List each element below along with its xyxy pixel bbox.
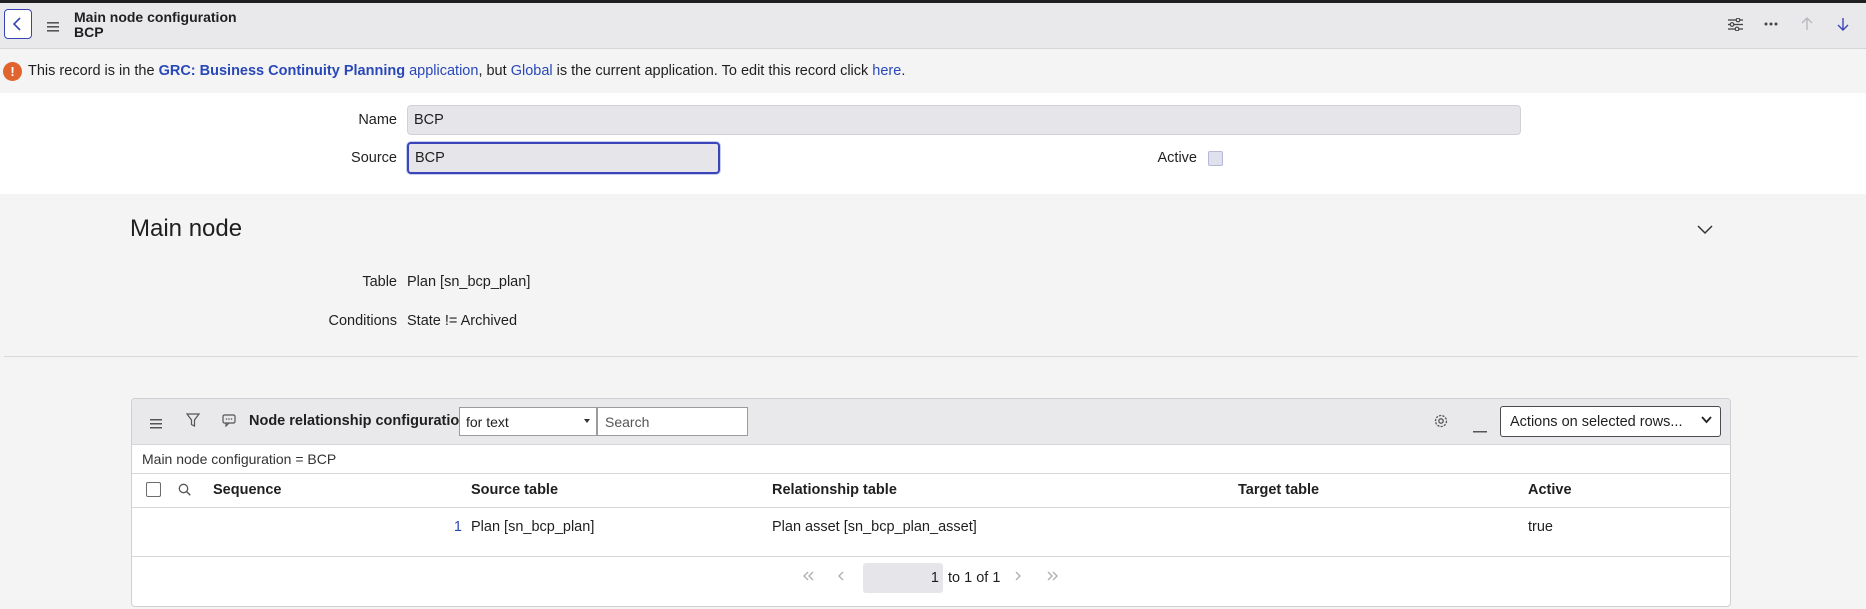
page-subtitle-text: BCP — [74, 24, 104, 40]
related-list-toolbar: Node relationship configurations for tex… — [132, 399, 1730, 445]
show-activity-button[interactable] — [222, 414, 236, 432]
name-label: Name — [358, 112, 397, 128]
application-scope-notice: ! This record is in the GRC: Business Co… — [0, 49, 1866, 93]
page-title-text: Main node configuration — [74, 9, 237, 25]
notice-text-1: This record is in the — [28, 63, 159, 79]
more-options-button[interactable] — [1762, 15, 1780, 33]
cell-source-table: Plan [sn_bcp_plan] — [471, 519, 595, 535]
column-header-target-table[interactable]: Target table — [1238, 482, 1319, 498]
previous-record-button[interactable] — [1798, 15, 1816, 33]
active-checkbox[interactable] — [1208, 151, 1223, 166]
column-header-sequence[interactable]: Sequence — [213, 482, 282, 498]
name-field[interactable]: BCP — [407, 105, 1521, 135]
comment-icon — [222, 414, 236, 428]
caret-down-icon — [584, 419, 590, 423]
notice-text-3: , but — [478, 63, 511, 79]
chevron-right-icon — [1015, 571, 1021, 581]
page-title: Main node configuration BCP — [74, 10, 237, 40]
list-breadcrumb[interactable]: Main node configuration = BCP — [142, 451, 336, 467]
table-value: Plan [sn_bcp_plan] — [407, 274, 531, 290]
cell-relationship-table: Plan asset [sn_bcp_plan_asset] — [772, 519, 977, 535]
collapse-section-button[interactable] — [1697, 222, 1713, 240]
more-icon — [1764, 22, 1778, 26]
double-chevron-left-icon — [803, 571, 814, 581]
table-row: 1 Plan [sn_bcp_plan] Plan asset [sn_bcp_… — [132, 506, 1730, 557]
list-pagination: 1 to 1 of 1 — [132, 556, 1730, 606]
column-header-active[interactable]: Active — [1528, 482, 1572, 498]
collapse-list-button[interactable] — [1473, 420, 1487, 438]
here-link[interactable]: here — [872, 63, 901, 79]
list-header-row: Sequence Source table Relationship table… — [132, 473, 1730, 508]
notice-text-5: . — [901, 63, 906, 79]
previous-page-button[interactable] — [837, 571, 845, 584]
actions-on-selected-rows-select[interactable]: Actions on selected rows... — [1500, 406, 1721, 437]
app-name-link[interactable]: GRC: Business Continuity Planning — [159, 63, 406, 79]
arrow-up-icon — [1801, 17, 1813, 30]
form-header: Main node configuration BCP — [0, 3, 1866, 49]
actions-select-value: Actions on selected rows... — [1510, 413, 1683, 430]
list-menu-button[interactable] — [150, 416, 162, 434]
settings-sliders-icon — [1727, 17, 1743, 31]
chevron-down-icon — [1701, 416, 1712, 424]
search-field-select[interactable]: for text — [459, 407, 597, 436]
main-node-section-title: Main node — [130, 215, 243, 242]
section-divider — [4, 356, 1858, 357]
next-record-button[interactable] — [1834, 15, 1852, 33]
related-list-title: Node relationship configurations — [249, 413, 477, 429]
menu-icon — [150, 419, 162, 429]
search-input[interactable]: Search — [597, 407, 748, 436]
table-label: Table — [362, 274, 397, 290]
select-all-checkbox[interactable] — [146, 482, 161, 497]
related-list-node-relationship-configurations: Node relationship configurations for tex… — [131, 398, 1731, 607]
search-icon — [178, 483, 191, 496]
list-search-toggle-button[interactable] — [178, 483, 191, 501]
list-settings-button[interactable] — [1433, 413, 1449, 434]
page-number-input[interactable]: 1 — [863, 563, 943, 593]
first-page-button[interactable] — [801, 571, 815, 584]
menu-icon — [47, 22, 59, 32]
source-field[interactable]: BCP — [407, 142, 720, 174]
cell-active: true — [1528, 519, 1553, 535]
notice-text-4: is the current application. To edit this… — [552, 63, 873, 79]
last-page-button[interactable] — [1046, 571, 1060, 584]
column-header-relationship-table[interactable]: Relationship table — [772, 482, 897, 498]
personalize-form-button[interactable] — [1726, 15, 1744, 33]
cell-sequence[interactable]: 1 — [432, 519, 462, 535]
search-field-select-value: for text — [466, 413, 509, 430]
global-link[interactable]: Global — [511, 63, 553, 79]
conditions-value: State != Archived — [407, 313, 518, 329]
source-label: Source — [351, 150, 397, 166]
form-fields: Name BCP Source BCP Active — [0, 93, 1866, 194]
notice-text: This record is in the GRC: Business Cont… — [28, 63, 905, 79]
app-suffix-link[interactable]: application — [405, 63, 478, 79]
minus-icon — [1473, 431, 1487, 433]
active-label: Active — [1157, 150, 1198, 166]
chevron-down-icon — [1697, 225, 1713, 235]
next-page-button[interactable] — [1014, 571, 1022, 584]
double-chevron-right-icon — [1047, 571, 1058, 581]
chevron-left-icon — [838, 571, 844, 581]
back-button[interactable] — [4, 9, 32, 39]
gear-icon — [1434, 414, 1448, 428]
back-icon — [12, 17, 21, 31]
column-header-source-table[interactable]: Source table — [471, 482, 558, 498]
filter-button[interactable] — [185, 413, 201, 433]
warning-icon: ! — [3, 61, 22, 81]
page-range-text: to 1 of 1 — [948, 570, 1001, 586]
context-menu-button[interactable] — [47, 19, 59, 37]
filter-icon — [185, 413, 201, 427]
arrow-down-icon — [1837, 18, 1849, 31]
conditions-label: Conditions — [328, 313, 397, 329]
